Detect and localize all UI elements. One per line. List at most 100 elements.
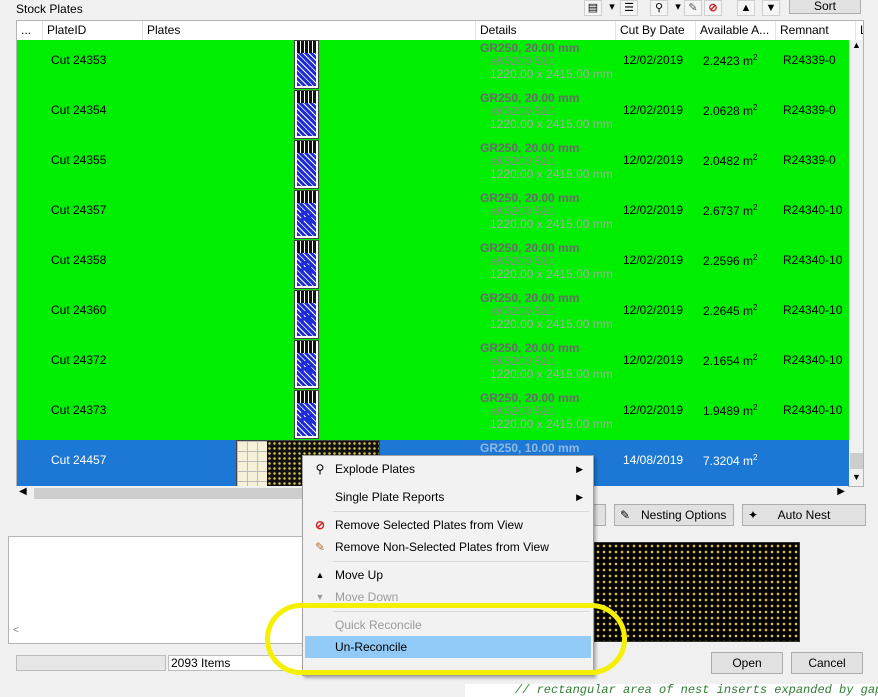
move-up-icon[interactable]: ▲ [737, 0, 755, 16]
cell-details-code: aK5200 510 [490, 154, 555, 168]
menu-item-label: Remove Selected Plates from View [335, 518, 523, 532]
area-unit-exponent: 2 [753, 303, 758, 312]
plate-thumbnail: R [294, 340, 319, 389]
cell-remnant: R24339-0 [783, 103, 836, 117]
move-down-icon[interactable]: ▼ [762, 0, 780, 16]
column-header-plateid[interactable]: PlateID [43, 21, 143, 40]
report-icon[interactable]: ▤ [584, 0, 602, 16]
nesting-options-icon: ✎ [620, 508, 631, 522]
area-unit-exponent: 2 [753, 53, 758, 62]
menu-separator [333, 561, 589, 562]
menu-item-label: Move Up [335, 568, 384, 582]
table-row[interactable]: Cut 24360 R GR250, 20.00 mm aK5200 510 1220.… [17, 290, 849, 340]
table-row[interactable]: Cut 24354 GR250, 20.00 mm aK5200 510 1220.0… [17, 90, 849, 140]
explode-icon[interactable]: ⚲ [650, 0, 668, 16]
plate-thumbnail: R [294, 290, 319, 339]
menu-item-move-up[interactable]: ▲ Move Up [305, 564, 591, 586]
cell-cut-by-date: 12/02/2019 [623, 403, 684, 417]
magic-wand-icon: ✦ [748, 508, 759, 522]
cell-remnant: R24340-10 [783, 203, 843, 217]
table-row[interactable]: Cut 24372 R GR250, 20.00 mm aK5200 510 1220.… [17, 340, 849, 390]
scroll-down-icon[interactable]: ▼ [852, 472, 861, 482]
column-header-available-area[interactable]: Available A... [696, 21, 776, 40]
menu-item-single-plate-reports[interactable]: Single Plate Reports ▶ [305, 486, 591, 508]
auto-nest-button[interactable]: ✦ Auto Nest [742, 504, 866, 526]
column-header-details[interactable]: Details [476, 21, 616, 40]
vertical-scrollbar[interactable]: ▲ ▼ [849, 40, 863, 486]
layers-icon[interactable]: ☰ [620, 0, 638, 16]
cell-remnant: R24339-0 [783, 53, 836, 67]
column-header-plates[interactable]: Plates [143, 21, 476, 40]
plates-grid[interactable]: ... PlateID Plates Details Cut By Date A… [16, 20, 864, 487]
group-title: Stock Plates [16, 2, 83, 16]
cell-details-size: 1220.00 x 2415.00 mm [490, 217, 613, 231]
submenu-arrow-icon: ▶ [576, 464, 583, 474]
no-entry-icon[interactable]: ⊘ [704, 0, 722, 16]
cell-details-material: GR250, 10.00 mm [480, 441, 580, 455]
table-row[interactable]: Cut 24358 R GR250, 20.00 mm aK5200 510 1220.… [17, 240, 849, 290]
progress-bar [16, 655, 166, 671]
area-unit-exponent: 2 [753, 403, 758, 412]
column-header-remnant[interactable]: Remnant [776, 21, 856, 40]
scroll-left-icon[interactable]: ◀ [19, 486, 27, 497]
menu-item-remove-selected[interactable]: ⊘ Remove Selected Plates from View [305, 514, 591, 536]
cell-cut-by-date: 12/02/2019 [623, 153, 684, 167]
area-value: 2.2596 m [703, 254, 754, 268]
cell-available-area: 1.9489 m2 [703, 403, 758, 418]
scroll-left-icon[interactable]: < [13, 625, 19, 636]
cell-details-size: 1220.00 x 2415.00 mm [490, 267, 613, 281]
scroll-up-icon[interactable]: ▲ [852, 40, 861, 50]
table-row[interactable]: Cut 24355 GR250, 20.00 mm aK5200 510 1220.0… [17, 140, 849, 190]
column-header-cut-by-date[interactable]: Cut By Date [616, 21, 696, 40]
cell-details-code: aK5200 510 [490, 54, 555, 68]
cell-details-size: 1220.00 x 2415.00 mm [490, 417, 613, 431]
menu-item-remove-non-selected[interactable]: ✎ Remove Non-Selected Plates from View [305, 536, 591, 558]
code-editor-snippet: // rectangular area of nest inserts expa… [465, 684, 878, 697]
cell-details-code: aK5200 510 [490, 104, 555, 118]
cell-cut-by-date: 12/02/2019 [623, 353, 684, 367]
scrollbar-thumb[interactable] [850, 453, 863, 469]
sort-button[interactable]: Sort [789, 0, 861, 14]
column-header-more[interactable]: ... [17, 21, 43, 40]
cell-remnant: R24340-10 [783, 303, 843, 317]
area-value: 2.1654 m [703, 354, 754, 368]
cell-cut-by-date: 12/02/2019 [623, 53, 684, 67]
area-unit-exponent: 2 [753, 153, 758, 162]
cell-details-size: 1220.00 x 2415.00 mm [490, 67, 613, 81]
brush-icon: ✎ [314, 540, 326, 554]
cell-plateid: Cut 24357 [51, 203, 107, 217]
cell-details-material: GR250, 20.00 mm [480, 141, 580, 155]
column-header-l[interactable]: L [856, 21, 863, 40]
cell-available-area: 2.0482 m2 [703, 153, 758, 168]
cell-details-material: GR250, 20.00 mm [480, 91, 580, 105]
cell-remnant: R24340-10 [783, 253, 843, 267]
menu-separator [333, 511, 589, 512]
table-row[interactable]: Cut 24373 R GR250, 20.00 mm aK5200 510 1220.… [17, 390, 849, 440]
scroll-right-icon[interactable]: ▶ [837, 486, 845, 497]
nesting-options-button[interactable]: ✎ Nesting Options [614, 504, 734, 526]
cell-plateid: Cut 24360 [51, 303, 107, 317]
menu-item-label: Single Plate Reports [335, 490, 445, 504]
cell-details-code: aK5200 510 [490, 404, 555, 418]
brush-icon[interactable]: ✎ [684, 0, 702, 16]
dropdown-arrow-icon[interactable]: ▾ [603, 0, 621, 16]
area-value: 2.2645 m [703, 304, 754, 318]
table-row[interactable]: Cut 24357 R GR250, 20.00 mm aK5200 510 1220.… [17, 190, 849, 240]
cell-details-code: aK5200 510 [490, 254, 555, 268]
cell-details-material: GR250, 20.00 mm [480, 391, 580, 405]
cell-plateid: Cut 24353 [51, 53, 107, 67]
table-row[interactable]: Cut 24353 GR250, 20.00 mm aK5200 510 1220.0… [17, 40, 849, 90]
cell-details-material: GR250, 20.00 mm [480, 291, 580, 305]
cell-details-size: 1220.00 x 2415.00 mm [490, 117, 613, 131]
no-entry-icon: ⊘ [314, 518, 326, 532]
cell-cut-by-date: 12/02/2019 [623, 303, 684, 317]
cancel-button[interactable]: Cancel [791, 652, 863, 674]
area-value: 2.0482 m [703, 154, 754, 168]
cell-cut-by-date: 12/02/2019 [623, 203, 684, 217]
cell-details-code: aK5200 510 [490, 354, 555, 368]
cell-plateid: Cut 24373 [51, 403, 107, 417]
open-button[interactable]: Open [711, 652, 783, 674]
cell-available-area: 7.3204 m2 [703, 453, 758, 468]
menu-item-explode-plates[interactable]: ⚲ Explode Plates ▶ [305, 458, 591, 480]
area-unit-exponent: 2 [753, 453, 758, 462]
